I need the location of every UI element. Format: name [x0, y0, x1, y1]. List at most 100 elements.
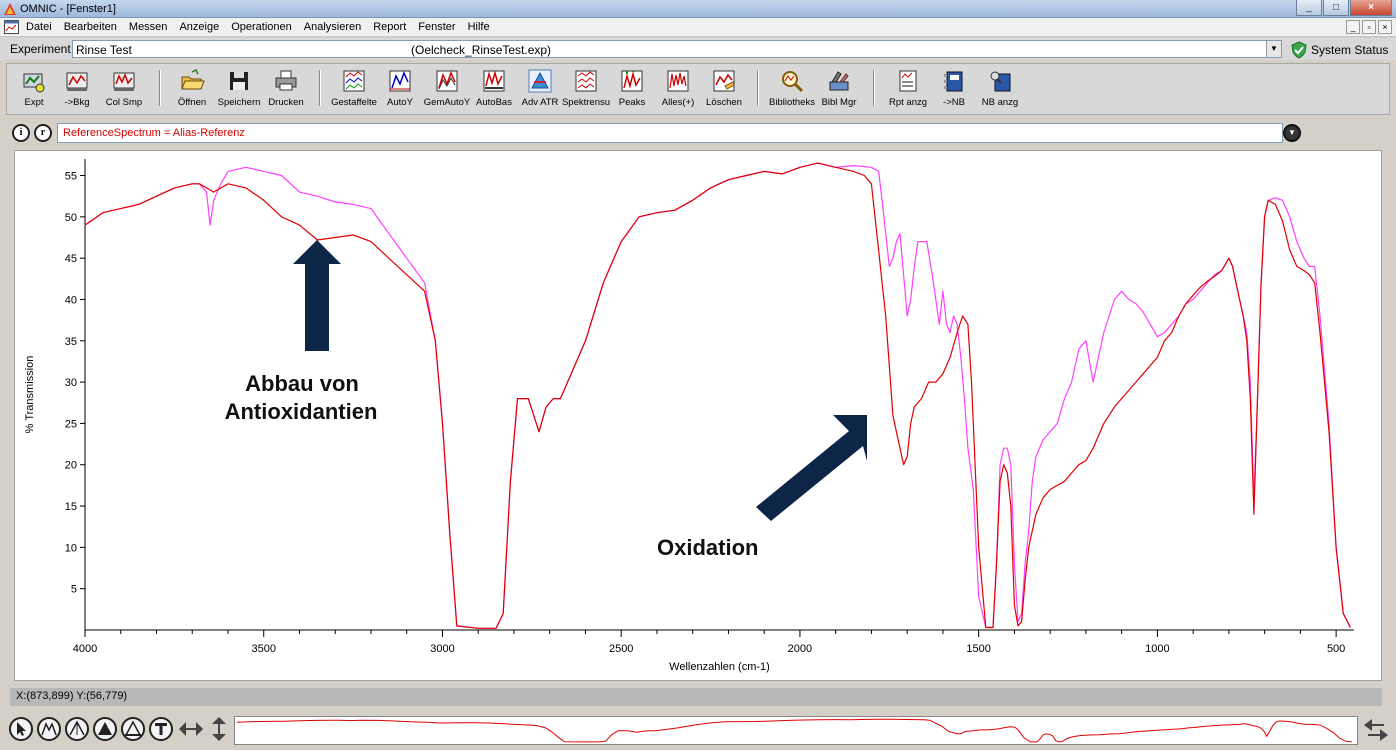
delete-button[interactable]: Löschen — [699, 68, 749, 114]
spectrum-window[interactable]: 5 10 15 20 25 30 35 40 45 50 55 4000 3500 3000 2500 200… — [14, 150, 1382, 681]
close-button[interactable]: × — [1350, 0, 1392, 16]
info-button[interactable]: i — [12, 124, 30, 142]
oxidation-arrow — [756, 415, 867, 521]
system-status-label: System Status — [1311, 43, 1389, 57]
reference-field[interactable]: ReferenceSpectrum = Alias-Referenz — [57, 123, 1283, 143]
to-background-button[interactable]: ->Bkg — [52, 68, 102, 114]
toolbar-separator — [757, 70, 759, 106]
toolbar-separator — [873, 70, 875, 106]
y-tick-label: 10 — [65, 542, 77, 554]
spectrum-plot[interactable]: 5 10 15 20 25 30 35 40 45 50 55 4000 3500 3000 2500 200… — [15, 151, 1383, 682]
child-minimize-button[interactable]: _ — [1346, 20, 1360, 34]
library-manager-button[interactable]: Bibl Mgr — [814, 68, 864, 114]
menu-messen[interactable]: Messen — [129, 21, 168, 33]
to-notebook-button[interactable]: ->NB — [929, 68, 979, 114]
chevron-down-icon[interactable]: ▼ — [1283, 124, 1301, 142]
y-tick-label: 20 — [65, 460, 77, 472]
x-tick-label: 3000 — [430, 643, 454, 655]
menu-fenster[interactable]: Fenster — [418, 21, 455, 33]
y-axis-label: % Transmission — [24, 356, 36, 434]
corrected-area-tool-icon[interactable] — [120, 716, 146, 742]
spectra-search-button[interactable]: Spektrensu — [561, 68, 611, 114]
chevron-down-icon[interactable]: ▼ — [1266, 41, 1281, 57]
background-icon — [66, 72, 88, 91]
expand-vertical-icon[interactable] — [206, 716, 232, 742]
delete-icon — [713, 70, 735, 92]
menu-operationen[interactable]: Operationen — [231, 21, 292, 33]
region-tool-icon[interactable] — [36, 716, 62, 742]
x-tick-label: 1500 — [966, 643, 990, 655]
experiment-icon — [23, 73, 45, 93]
all-plus-icon — [667, 70, 689, 92]
expand-horizontal-icon[interactable] — [178, 716, 204, 742]
auto-baseline-button[interactable]: AutoBas — [469, 68, 519, 114]
minimize-button[interactable]: _ — [1296, 0, 1322, 16]
library-search-button[interactable]: Bibliotheks — [767, 68, 817, 114]
window-controls: _ □ × — [1295, 0, 1392, 16]
collect-sample-button[interactable]: Col Smp — [99, 68, 149, 114]
y-tick-label: 40 — [65, 294, 77, 306]
child-window-controls: _ ▫ × — [1344, 20, 1392, 34]
system-status-button[interactable]: System Status — [1290, 41, 1388, 59]
pan-arrows-icon[interactable] — [1362, 716, 1390, 744]
print-button[interactable]: Drucken — [261, 68, 311, 114]
advanced-atr-button[interactable]: Adv ATR — [515, 68, 565, 114]
auto-y-button[interactable]: AutoY — [375, 68, 425, 114]
common-auto-y-button[interactable]: GemAutoY — [422, 68, 472, 114]
peak-area-tool-icon[interactable] — [92, 716, 118, 742]
all-plus-button[interactable]: Alles(+) — [653, 68, 703, 114]
x-axis-label: Wellenzahlen (cm-1) — [669, 661, 770, 673]
oxidation-label: Oxidation — [657, 535, 758, 560]
cursor-readout: X:(873,899) Y:(56,779) — [16, 690, 128, 702]
toolbar-separator — [319, 70, 321, 106]
x-tick-label: 500 — [1327, 643, 1345, 655]
library-search-icon — [782, 71, 804, 93]
auto-y-icon — [389, 70, 411, 92]
peaks-button[interactable]: Peaks — [607, 68, 657, 114]
child-restore-button[interactable]: ▫ — [1362, 20, 1376, 34]
maximize-button[interactable]: □ — [1323, 0, 1349, 16]
menu-report[interactable]: Report — [373, 21, 406, 33]
peak-height-tool-icon[interactable] — [64, 716, 90, 742]
x-tick-label: 2000 — [788, 643, 812, 655]
stacked-button[interactable]: Gestaffelte — [329, 68, 379, 114]
spectra-search-icon — [575, 70, 597, 92]
to-notebook-icon — [944, 71, 963, 92]
antioxidant-label-line1: Abbau von — [245, 371, 359, 396]
select-pointer-icon[interactable] — [8, 716, 34, 742]
menu-hilfe[interactable]: Hilfe — [468, 21, 490, 33]
main-toolbar: Expt ->Bkg Col Smp Öffnen Speichern Druc… — [6, 63, 1390, 115]
experiment-select[interactable]: Rinse Test (Oelcheck_RinseTest.exp) ▼ — [72, 40, 1282, 58]
y-tick-label: 15 — [65, 501, 77, 513]
save-button[interactable]: Speichern — [214, 68, 264, 114]
common-auto-y-icon — [436, 70, 458, 92]
open-folder-icon — [181, 68, 205, 90]
auto-baseline-icon — [483, 70, 505, 92]
menu-bar: Datei Bearbeiten Messen Anzeige Operatio… — [0, 18, 1396, 37]
menu-anzeige[interactable]: Anzeige — [179, 21, 219, 33]
y-tick-label: 5 — [71, 584, 77, 596]
child-close-button[interactable]: × — [1378, 20, 1392, 34]
menu-bearbeiten[interactable]: Bearbeiten — [64, 21, 117, 33]
document-window-icon[interactable] — [4, 20, 19, 34]
save-disk-icon — [230, 72, 248, 90]
open-button[interactable]: Öffnen — [167, 68, 217, 114]
navigation-bar — [0, 712, 1396, 750]
menu-datei[interactable]: Datei — [26, 21, 52, 33]
x-tick-label: 2500 — [609, 643, 633, 655]
y-tick-label: 55 — [65, 171, 77, 183]
overview-series — [236, 718, 1352, 743]
overview-plot[interactable] — [235, 717, 1357, 744]
reference-text: ReferenceSpectrum = Alias-Referenz — [63, 127, 245, 139]
notebook-view-button[interactable]: NB anzg — [975, 68, 1025, 114]
antioxidant-label-line2: Antioxidantien — [225, 399, 378, 424]
reference-button[interactable]: r — [34, 124, 52, 142]
x-tick-label: 4000 — [73, 643, 97, 655]
experiment-bar: Experiment Rinse Test (Oelcheck_RinseTes… — [0, 38, 1396, 60]
report-view-button[interactable]: Rpt anzg — [883, 68, 933, 114]
menu-analysieren[interactable]: Analysieren — [304, 21, 361, 33]
text-tool-icon[interactable] — [148, 716, 174, 742]
advanced-atr-icon — [528, 69, 552, 93]
spectrum-overview[interactable] — [234, 716, 1358, 745]
experiment-name: Rinse Test — [76, 43, 132, 57]
